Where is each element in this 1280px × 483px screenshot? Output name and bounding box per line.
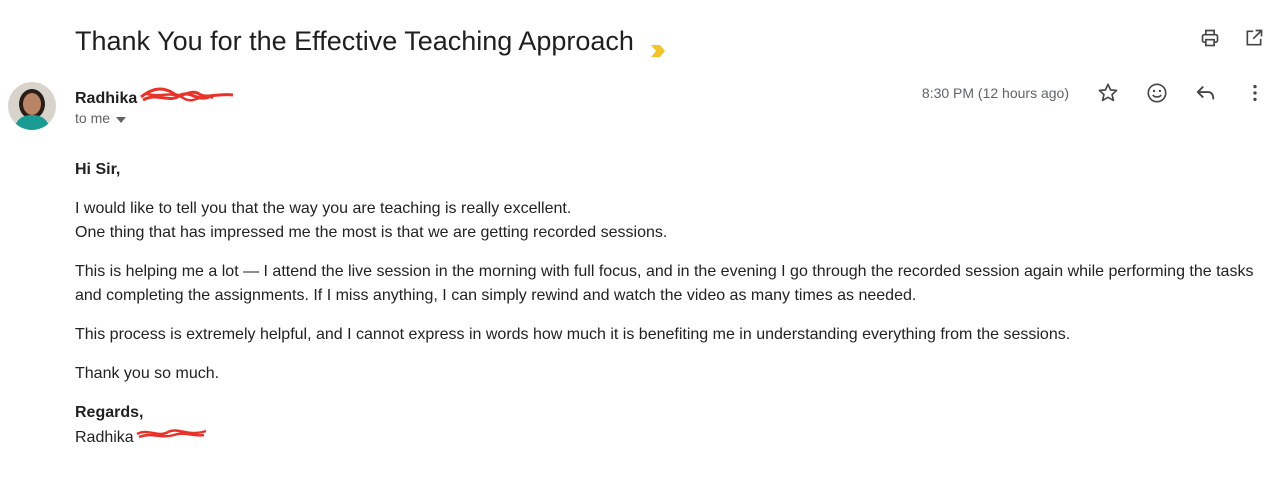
emoji-reaction-icon[interactable] xyxy=(1146,82,1168,104)
paragraph-2: This is helping me a lot — I attend the … xyxy=(75,263,1254,304)
important-marker-icon[interactable] xyxy=(650,33,668,57)
timestamp[interactable]: 8:30 PM (12 hours ago) xyxy=(922,85,1069,101)
sender-name[interactable]: Radhika xyxy=(75,90,137,108)
recipient-details-toggle[interactable]: to me xyxy=(75,110,127,126)
message-body: Hi Sir, I would like to tell you that th… xyxy=(75,158,1265,451)
paragraph-1: I would like to tell you that the way yo… xyxy=(75,197,1265,245)
redaction-scribble xyxy=(137,84,235,113)
paragraph-3: This process is extremely helpful, and I… xyxy=(75,326,1071,343)
signature-line: Radhika xyxy=(75,425,1265,451)
paragraph-4: Thank you so much. xyxy=(75,365,220,382)
paragraph-1-line-1: I would like to tell you that the way yo… xyxy=(75,200,572,217)
signature-regards: Regards, xyxy=(75,404,144,421)
greeting: Hi Sir, xyxy=(75,161,121,178)
email-subject: Thank You for the Effective Teaching App… xyxy=(75,24,668,58)
reply-icon[interactable] xyxy=(1195,82,1217,104)
more-vertical-icon[interactable] xyxy=(1244,82,1266,104)
star-icon[interactable] xyxy=(1097,82,1119,104)
signature-name: Radhika xyxy=(75,429,134,446)
sender-avatar[interactable] xyxy=(8,82,56,130)
message-meta: 8:30 PM (12 hours ago) xyxy=(922,82,1266,104)
paragraph-1-line-2: One thing that has impressed me the most… xyxy=(75,224,668,241)
sender-info: Radhika xyxy=(75,84,235,113)
thread-actions xyxy=(1200,28,1264,48)
redaction-scribble xyxy=(134,425,210,451)
subject-text: Thank You for the Effective Teaching App… xyxy=(75,26,634,56)
open-in-new-window-icon[interactable] xyxy=(1244,28,1264,48)
chevron-down-icon[interactable] xyxy=(116,110,127,126)
signature-block: Regards, Radhika xyxy=(75,401,1265,451)
message-actions xyxy=(1097,82,1266,104)
recipient-label: to me xyxy=(75,110,111,126)
print-icon[interactable] xyxy=(1200,28,1220,48)
